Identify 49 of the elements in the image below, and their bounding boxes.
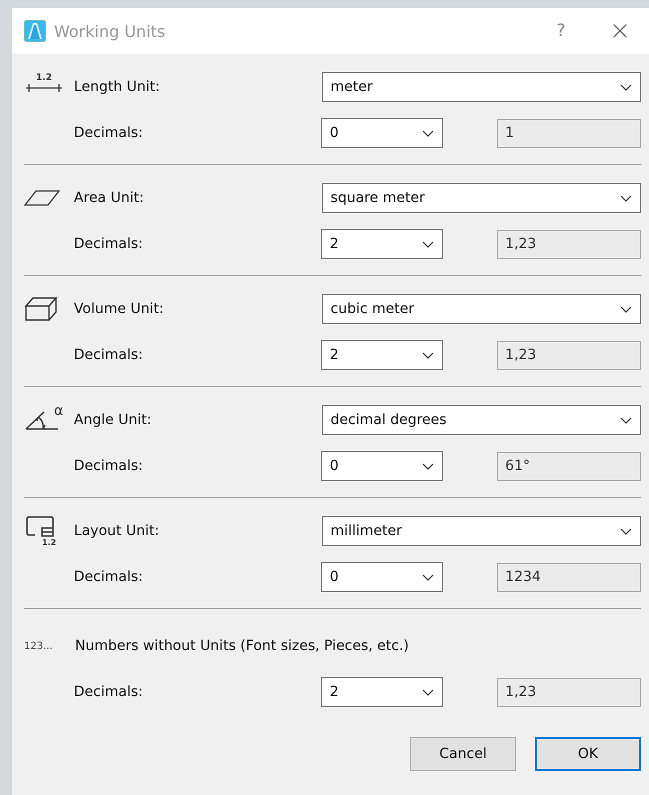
preview-field: 1,23	[497, 678, 642, 706]
decimals-dropdown[interactable]: 2	[320, 229, 444, 259]
ok-button[interactable]: OK	[535, 737, 641, 771]
decimals-dropdown[interactable]: 0	[320, 118, 444, 148]
unit-label: Numbers without Units (Font sizes, Pieces, etc.)	[75, 638, 409, 654]
unit-label: Volume Unit:	[74, 301, 165, 317]
decimals-label: Decimals:	[74, 569, 144, 585]
parallelogram-icon	[24, 190, 60, 206]
caret-icon	[422, 462, 434, 470]
caret-icon	[620, 306, 632, 312]
preview-field: 1	[497, 118, 642, 148]
help-button[interactable]: ?	[531, 21, 591, 41]
close-button[interactable]: ×	[591, 16, 649, 46]
preview-field: 1,23	[497, 340, 642, 370]
decimals-label: Decimals:	[74, 458, 144, 474]
window-title: Working Units	[54, 22, 166, 40]
numbers-icon: 123...	[24, 640, 53, 652]
decimals-label: Decimals:	[74, 684, 144, 700]
unit-dropdown[interactable]: meter	[322, 72, 641, 102]
caret-icon	[422, 240, 434, 248]
caret-icon	[422, 688, 434, 696]
unit-label: Angle Unit:	[74, 412, 152, 428]
box-icon	[24, 296, 58, 322]
caret-icon	[620, 194, 632, 202]
unit-dropdown[interactable]: millimeter	[322, 516, 641, 546]
caret-icon	[620, 416, 632, 424]
decimals-dropdown[interactable]: 2	[320, 677, 444, 707]
preview-field: 1,23	[497, 230, 642, 258]
preview-field: 61°	[497, 452, 642, 480]
unit-label: Length Unit:	[74, 79, 161, 95]
caret-icon	[620, 84, 632, 90]
caret-icon	[422, 574, 434, 580]
unit-dropdown[interactable]: cubic meter	[322, 294, 641, 324]
decimals-label: Decimals:	[74, 236, 144, 252]
decimals-dropdown[interactable]: 0	[320, 451, 444, 481]
caret-icon	[422, 352, 434, 358]
unit-label: Layout Unit:	[74, 523, 160, 539]
app-logo-icon	[24, 20, 46, 42]
unit-dropdown[interactable]: square meter	[322, 183, 641, 213]
preview-field: 1234	[497, 562, 642, 592]
caret-icon	[422, 130, 434, 136]
decimals-dropdown[interactable]: 2	[320, 340, 444, 370]
decimals-label: Decimals:	[74, 125, 144, 141]
caret-icon	[620, 528, 632, 534]
unit-dropdown[interactable]: decimal degrees	[322, 405, 641, 435]
decimals-dropdown[interactable]: 0	[320, 562, 444, 592]
unit-label: Area Unit:	[74, 190, 145, 206]
cancel-button[interactable]: Cancel	[410, 737, 516, 771]
decimals-label: Decimals:	[74, 347, 144, 363]
